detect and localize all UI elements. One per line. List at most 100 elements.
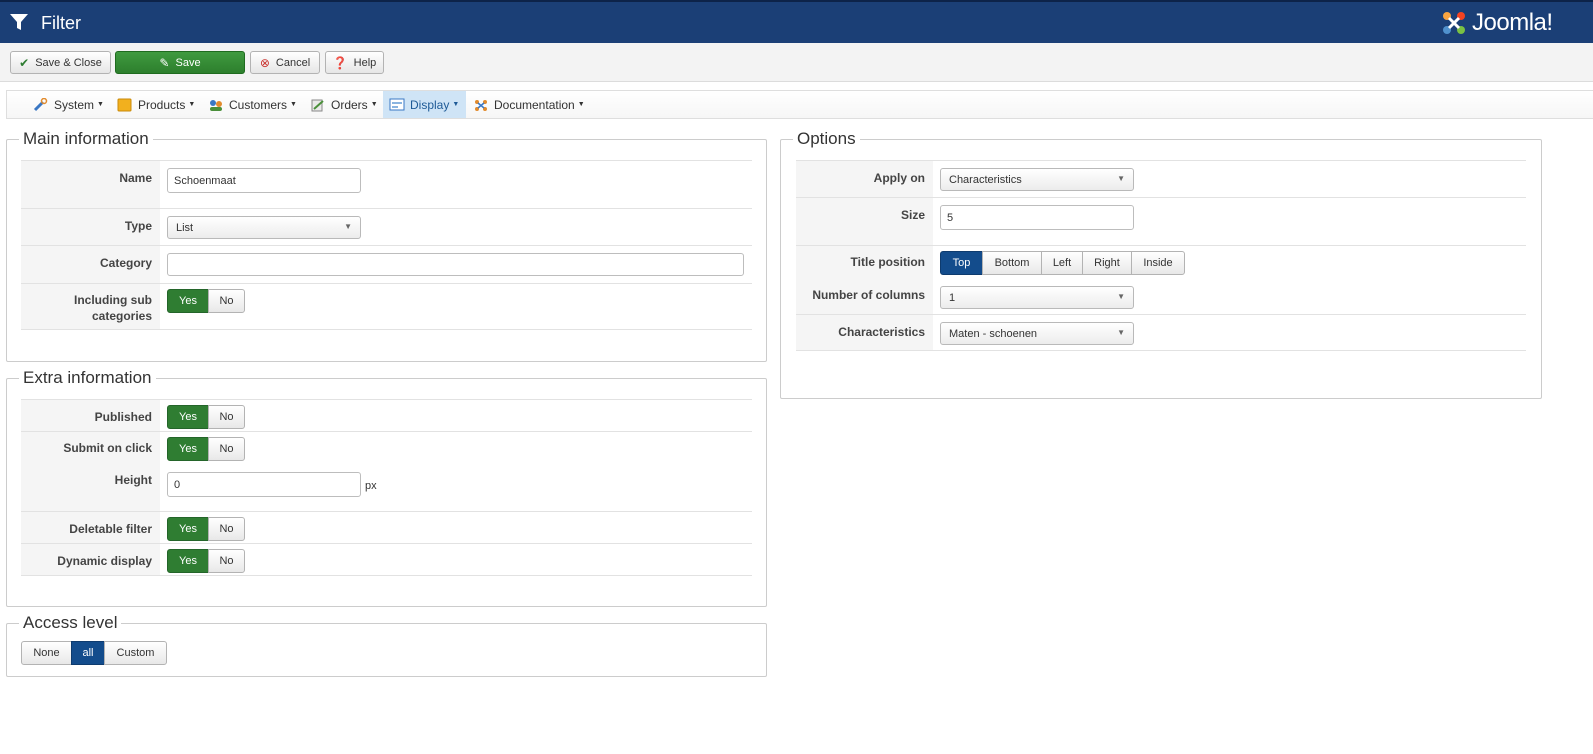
title-position-bottom[interactable]: Bottom	[982, 251, 1042, 275]
apply-on-label: Apply on	[796, 161, 933, 197]
published-no[interactable]: No	[208, 405, 245, 429]
box-icon	[117, 98, 132, 111]
component-menu: System ▼ Products ▼ Customers ▼ Orders ▼ Dis…	[6, 90, 1593, 119]
access-none-button[interactable]: None	[21, 641, 72, 665]
main-information-legend: Main information	[19, 129, 153, 149]
title-columns-labels: Title position Number of columns	[796, 246, 933, 314]
characteristics-label: Characteristics	[796, 315, 933, 350]
type-select[interactable]: List ▼	[167, 216, 361, 239]
caret-down-icon: ▼	[188, 101, 196, 108]
characteristics-row: Characteristics Maten - schoenen ▼	[796, 314, 1526, 351]
dynamic-yes[interactable]: Yes	[167, 549, 209, 573]
save-button[interactable]: ✎ Save	[115, 51, 245, 74]
dynamic-no[interactable]: No	[208, 549, 245, 573]
category-input[interactable]	[167, 253, 744, 276]
toolbar: ✔ Save & Close ✎ Save ⊗ Cancel ❓ Help	[0, 43, 1593, 82]
options-legend: Options	[793, 129, 860, 149]
users-icon	[210, 99, 222, 111]
number-of-columns-select[interactable]: 1 ▼	[940, 286, 1134, 309]
help-button[interactable]: ❓ Help	[325, 51, 384, 74]
submit-height-row: Submit on click Height Yes No 0 px	[21, 431, 752, 511]
check-icon: ✔	[19, 55, 30, 70]
dynamic-label: Dynamic display	[21, 544, 160, 575]
deletable-toggle: Yes No	[167, 517, 245, 541]
chevron-down-icon: ▼	[1117, 174, 1125, 183]
help-label: Help	[353, 56, 377, 69]
menu-customers[interactable]: Customers ▼	[202, 91, 303, 118]
including-sub-row: Including sub categories Yes No	[21, 283, 752, 330]
including-sub-no[interactable]: No	[208, 289, 245, 313]
menu-documentation-label: Documentation	[494, 97, 575, 112]
display-icon	[389, 98, 405, 110]
extra-information-fieldset: Extra information Published Yes No Submi…	[6, 368, 767, 607]
joomla-logo-icon	[1443, 12, 1465, 34]
title-position-label: Title position	[850, 255, 925, 269]
submit-on-click-yes[interactable]: Yes	[167, 437, 209, 461]
menu-products[interactable]: Products ▼	[111, 91, 201, 118]
height-unit: px	[365, 480, 377, 492]
deletable-no[interactable]: No	[208, 517, 245, 541]
logo-text: Joomla!	[1472, 9, 1553, 36]
height-label: Height	[114, 473, 152, 487]
title-position-left[interactable]: Left	[1041, 251, 1083, 275]
type-row: Type List ▼	[21, 208, 752, 245]
caret-down-icon: ▼	[370, 101, 378, 108]
menu-display-label: Display	[410, 97, 450, 112]
chevron-down-icon: ▼	[1117, 328, 1125, 337]
caret-down-icon: ▼	[290, 101, 297, 108]
apply-on-select[interactable]: Characteristics ▼	[940, 168, 1134, 191]
caret-down-icon: ▼	[577, 101, 585, 108]
title-position-group: Top Bottom Left Right Inside	[940, 251, 1185, 275]
cancel-icon: ⊗	[259, 55, 270, 70]
published-row: Published Yes No	[21, 399, 752, 431]
title-position-top[interactable]: Top	[940, 251, 983, 275]
menu-orders[interactable]: Orders ▼	[304, 91, 384, 118]
main-information-fieldset: Main information Name Schoenmaat Type Li…	[6, 129, 767, 362]
save-close-button[interactable]: ✔ Save & Close	[10, 51, 111, 74]
menu-display[interactable]: Display ▼	[383, 91, 466, 118]
page-title: Filter	[41, 13, 81, 33]
deletable-row: Deletable filter Yes No	[21, 511, 752, 543]
submit-on-click-label: Submit on click	[63, 441, 152, 455]
including-sub-toggle: Yes No	[167, 289, 245, 313]
including-sub-yes[interactable]: Yes	[167, 289, 209, 313]
published-yes[interactable]: Yes	[167, 405, 209, 429]
menu-orders-label: Orders	[331, 97, 368, 112]
chevron-down-icon: ▼	[344, 222, 352, 231]
type-select-value: List	[176, 221, 194, 234]
including-sub-label-line1: Including sub	[74, 293, 152, 307]
submit-on-click-toggle: Yes No	[167, 437, 245, 461]
deletable-yes[interactable]: Yes	[167, 517, 209, 541]
characteristics-value: Maten - schoenen	[949, 327, 1038, 340]
save-label: Save	[175, 56, 201, 69]
extra-information-legend: Extra information	[19, 368, 156, 388]
published-label: Published	[21, 400, 160, 431]
height-input[interactable]: 0	[167, 472, 361, 497]
joomla-logo: Joomla!	[1440, 6, 1553, 40]
access-level-fieldset: Access level None all Custom	[6, 613, 767, 677]
submit-on-click-no[interactable]: No	[208, 437, 245, 461]
title-columns-row: Title position Number of columns Top Bot…	[796, 245, 1526, 314]
access-custom-button[interactable]: Custom	[104, 641, 167, 665]
access-level-group: None all Custom	[21, 641, 167, 665]
apply-on-row: Apply on Characteristics ▼	[796, 160, 1526, 197]
options-fieldset: Options Apply on Characteristics ▼ Size …	[780, 129, 1542, 399]
title-position-right[interactable]: Right	[1082, 251, 1132, 275]
menu-documentation[interactable]: Documentation ▼	[467, 91, 591, 118]
menu-system-label: System	[54, 97, 95, 112]
access-all-button[interactable]: all	[71, 641, 105, 665]
cancel-button[interactable]: ⊗ Cancel	[250, 51, 320, 74]
menu-customers-label: Customers	[229, 97, 288, 112]
title-position-inside[interactable]: Inside	[1131, 251, 1185, 275]
tools-icon	[33, 97, 48, 111]
characteristics-select[interactable]: Maten - schoenen ▼	[940, 322, 1134, 345]
including-sub-label: Including sub categories	[21, 284, 160, 329]
category-row: Category	[21, 245, 752, 283]
category-label: Category	[21, 246, 160, 283]
number-of-columns-value: 1	[949, 291, 956, 304]
size-input[interactable]: 5	[940, 205, 1134, 230]
access-level-legend: Access level	[19, 613, 122, 633]
header-bar: Filter Joomla!	[0, 0, 1593, 43]
menu-system[interactable]: System ▼	[27, 91, 110, 118]
name-input[interactable]: Schoenmaat	[167, 168, 361, 193]
